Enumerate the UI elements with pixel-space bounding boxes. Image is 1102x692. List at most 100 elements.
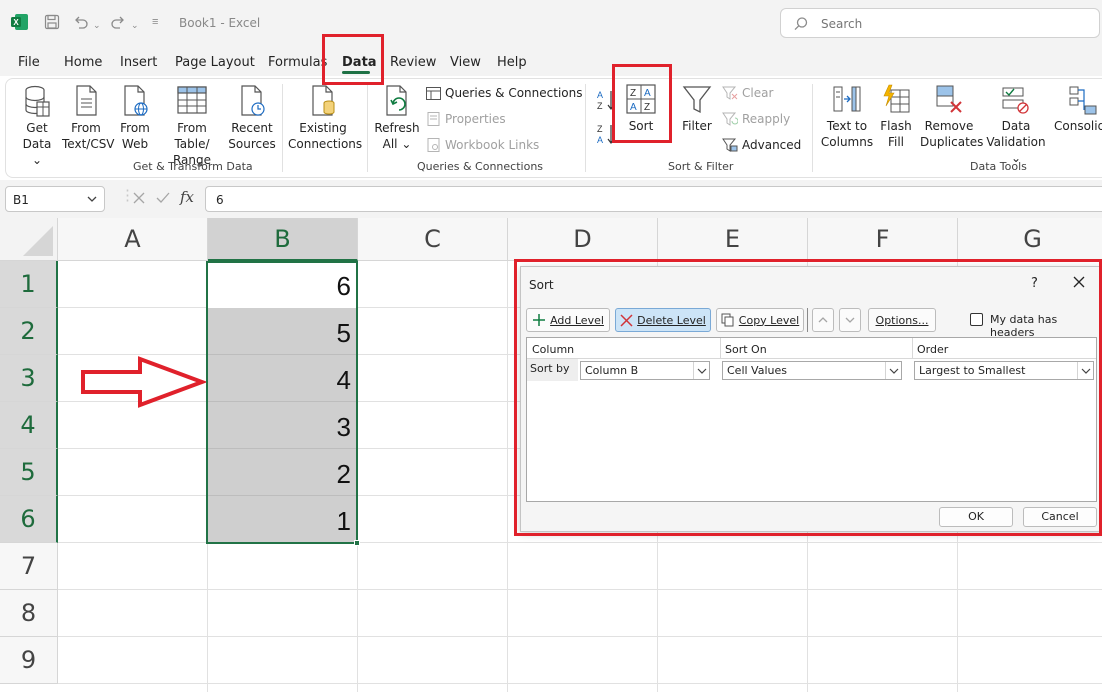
workbook-links-button[interactable]: Workbook Links (426, 138, 539, 152)
tab-help[interactable]: Help (497, 55, 527, 70)
sort-on-select[interactable]: Cell Values (722, 361, 902, 380)
delete-level-button[interactable]: Delete Level (615, 308, 711, 332)
delete-x-icon (620, 313, 633, 327)
row-header-6[interactable]: 6 (0, 496, 58, 543)
existing-connections-button[interactable]: Existing Connections (288, 84, 362, 152)
column-header-g[interactable]: G (958, 218, 1102, 261)
queries-connections-icon (426, 86, 441, 100)
row-header-4[interactable]: 4 (0, 402, 58, 449)
recent-sources-button[interactable]: Recent Sources (228, 84, 276, 152)
undo-dropdown-icon[interactable]: ⌄ (93, 17, 101, 33)
refresh-all-button[interactable]: Refresh All ⌄ (374, 84, 420, 152)
copy-icon (721, 313, 734, 327)
svg-text:X: X (13, 18, 19, 27)
cell-b6[interactable]: 1 (208, 496, 357, 543)
column-header-c[interactable]: C (358, 218, 508, 261)
search-box[interactable] (780, 8, 1100, 38)
ok-button[interactable]: OK (939, 507, 1013, 527)
cell-b4[interactable]: 3 (208, 402, 357, 449)
row-header-9[interactable]: 9 (0, 637, 58, 684)
column-header-f[interactable]: F (808, 218, 958, 261)
search-input[interactable] (821, 15, 1081, 33)
enter-check-icon[interactable] (156, 191, 170, 205)
active-tab-indicator (342, 71, 370, 74)
row-header-2[interactable]: 2 (0, 308, 58, 355)
svg-text:A: A (597, 135, 603, 145)
tab-page-layout[interactable]: Page Layout (175, 55, 255, 70)
name-box[interactable]: B1 (5, 186, 105, 212)
from-web-button[interactable]: From Web (117, 84, 153, 152)
add-level-button[interactable]: Add Level (526, 308, 610, 332)
redo-icon[interactable] (110, 14, 126, 30)
formula-input[interactable] (216, 191, 616, 209)
svg-text:Z: Z (644, 102, 650, 113)
from-table-range-button[interactable]: From Table/ Range (158, 84, 226, 168)
order-select[interactable]: Largest to Smallest (914, 361, 1094, 380)
cell-b5[interactable]: 2 (208, 449, 357, 496)
save-icon[interactable] (44, 14, 60, 30)
clear-label: Clear (742, 86, 774, 100)
dialog-help-button[interactable]: ? (1031, 276, 1038, 291)
tab-view[interactable]: View (450, 55, 481, 70)
move-up-button[interactable] (812, 308, 834, 332)
sort-levels-table[interactable]: Column Sort On Order Sort by Column B Ce… (526, 337, 1097, 502)
row-header-1[interactable]: 1 (0, 261, 58, 308)
sort-a-to-z-icon[interactable]: A Z (596, 88, 618, 112)
close-icon[interactable] (1072, 275, 1086, 289)
advanced-button[interactable]: Advanced (722, 138, 801, 152)
column-header-b[interactable]: B (208, 218, 358, 261)
options-button[interactable]: Options... (868, 308, 936, 332)
row-header-8[interactable]: 8 (0, 590, 58, 637)
fill-handle[interactable] (354, 540, 360, 546)
my-data-has-headers-checkbox[interactable] (970, 313, 983, 326)
row-header-3[interactable]: 3 (0, 355, 58, 402)
filter-button[interactable]: Filter (678, 84, 716, 134)
add-level-label: Add Level (550, 313, 604, 327)
data-validation-button[interactable]: Data Validation ⌄ (982, 84, 1050, 166)
row-header-7[interactable]: 7 (0, 543, 58, 590)
column-header-a[interactable]: A (58, 218, 208, 261)
cell-b1[interactable]: 6 (208, 261, 357, 308)
filter-label: Filter (682, 119, 712, 133)
tab-file[interactable]: File (18, 55, 40, 70)
from-web-label-1: From (120, 121, 150, 135)
tab-home[interactable]: Home (64, 55, 102, 70)
flash-fill-button[interactable]: Flash Fill (876, 84, 916, 150)
tab-review[interactable]: Review (390, 55, 436, 70)
tab-data[interactable]: Data (342, 55, 377, 70)
undo-icon[interactable] (73, 14, 89, 30)
row-header-5[interactable]: 5 (0, 449, 58, 496)
formula-input-box[interactable] (205, 186, 1102, 212)
sort-column-select[interactable]: Column B (580, 361, 710, 380)
cell-b2[interactable]: 5 (208, 308, 357, 355)
cancel-button[interactable]: Cancel (1023, 507, 1097, 527)
move-down-button[interactable] (839, 308, 861, 332)
group-label-queries: Queries & Connections (417, 160, 544, 173)
text-file-icon (76, 85, 97, 116)
cell-b3[interactable]: 4 (208, 355, 357, 402)
column-header-e[interactable]: E (658, 218, 808, 261)
from-text-csv-button[interactable]: From Text/CSV (62, 84, 115, 152)
reapply-button[interactable]: Reapply (722, 112, 790, 126)
tab-formulas[interactable]: Formulas (268, 55, 327, 70)
redo-dropdown-icon[interactable]: ⌄ (131, 17, 139, 33)
properties-button[interactable]: Properties (426, 112, 506, 126)
remove-duplicates-button[interactable]: Remove Duplicates (920, 84, 983, 150)
customize-toolbar-icon[interactable]: ≡ (152, 14, 158, 30)
cancel-entry-icon[interactable] (132, 191, 146, 205)
get-data-button[interactable]: Get Data ⌄ (16, 84, 58, 168)
reapply-label: Reapply (742, 112, 791, 126)
tab-insert[interactable]: Insert (120, 55, 157, 70)
queries-connections-button[interactable]: Queries & Connections (426, 86, 582, 100)
column-header-d[interactable]: D (508, 218, 658, 261)
copy-level-button[interactable]: Copy Level (716, 308, 804, 332)
select-all-corner[interactable] (0, 218, 58, 261)
sort-dialog[interactable]: Sort ? Add Level Delete Level Copy Level… (520, 266, 1102, 532)
text-to-columns-button[interactable]: Text to Columns (820, 84, 874, 150)
consolidate-button[interactable]: Consolid (1054, 84, 1102, 134)
chevron-down-icon[interactable] (86, 193, 98, 205)
sort-button[interactable]: Z A A Z Sort (622, 84, 660, 134)
insert-function-icon[interactable]: fx (180, 188, 194, 206)
sort-z-to-a-icon[interactable]: Z A (596, 122, 618, 146)
clear-button[interactable]: Clear (722, 86, 773, 100)
